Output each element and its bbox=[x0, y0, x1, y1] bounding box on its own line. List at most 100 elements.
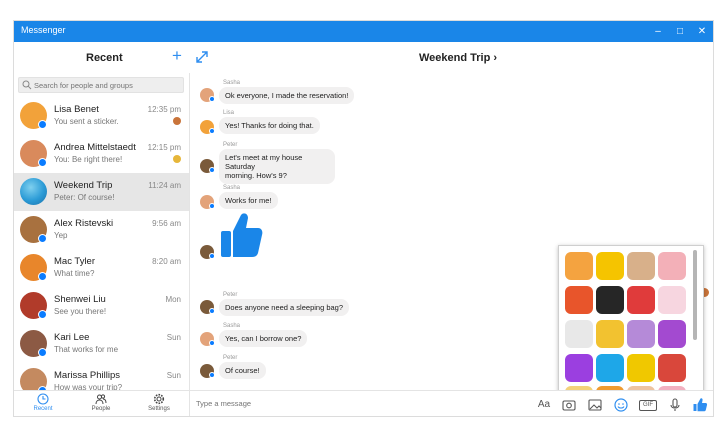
bottom-nav: Recent People Settings bbox=[14, 390, 189, 416]
conversation-time: 9:56 am bbox=[152, 219, 181, 228]
conversation-list: Lisa Benet You sent a sticker. 12:35 pm … bbox=[14, 97, 189, 401]
conversation-name: Kari Lee bbox=[54, 332, 90, 343]
conversation-preview: Yep bbox=[54, 231, 68, 240]
message-bubble[interactable]: Let's meet at my house Saturday morning.… bbox=[219, 149, 335, 184]
message-sender: Peter bbox=[223, 292, 238, 298]
sticker-monster[interactable] bbox=[596, 320, 624, 348]
nav-label: People bbox=[91, 406, 111, 412]
sticker-ghost[interactable] bbox=[565, 320, 593, 348]
new-message-button[interactable]: + bbox=[168, 47, 186, 65]
sticker-bear-pink[interactable] bbox=[658, 286, 686, 314]
messenger-badge-icon bbox=[38, 310, 47, 319]
sticker-fox[interactable] bbox=[565, 252, 593, 280]
conversation-name: Weekend Trip bbox=[54, 180, 113, 191]
sticker-lol[interactable] bbox=[627, 354, 655, 382]
sticker-character[interactable] bbox=[658, 354, 686, 382]
messenger-badge-icon bbox=[209, 253, 215, 259]
conversation-item-weekend-trip[interactable]: Weekend Trip Peter: Of course! 11:24 am bbox=[14, 173, 189, 211]
message-sender: Lisa bbox=[223, 110, 235, 116]
gif-label: GIF bbox=[639, 400, 657, 411]
minimize-button[interactable]: – bbox=[647, 23, 669, 40]
conversation-time: 12:15 pm bbox=[147, 143, 181, 152]
messenger-badge-icon bbox=[209, 96, 215, 102]
conversation-item-shenwei-liu[interactable]: Shenwei Liu See you there! Mon bbox=[14, 287, 189, 325]
maximize-button[interactable]: □ bbox=[669, 23, 691, 40]
conversation-item-kari-lee[interactable]: Kari Lee That works for me Sun bbox=[14, 325, 189, 363]
messenger-badge-icon bbox=[209, 372, 215, 378]
nav-settings[interactable]: Settings bbox=[134, 393, 184, 412]
conversation-name: Alex Ristevski bbox=[54, 218, 114, 229]
message-text-line: morning. How's 9? bbox=[225, 171, 287, 180]
conversation-preview: You: Be right there! bbox=[54, 155, 123, 164]
message-bubble[interactable]: Yes, can I borrow one? bbox=[219, 330, 308, 347]
message-bubble[interactable]: Ok everyone, I made the reservation! bbox=[219, 87, 355, 104]
sticker-number-three[interactable] bbox=[596, 354, 624, 382]
thumbs-up-icon[interactable] bbox=[692, 397, 708, 413]
microphone-icon[interactable] bbox=[667, 397, 683, 413]
nav-recent[interactable]: Recent bbox=[18, 393, 68, 412]
message-bubble[interactable]: Yes! Thanks for doing that. bbox=[219, 117, 320, 134]
sticker-grid bbox=[563, 250, 689, 392]
message-bubble[interactable]: Of course! bbox=[219, 362, 266, 379]
sticker-purple-bird[interactable] bbox=[658, 320, 686, 348]
conversation-preview: That works for me bbox=[54, 345, 119, 354]
text-format-button[interactable]: Aa bbox=[536, 397, 552, 413]
messenger-badge-icon bbox=[38, 234, 47, 243]
conversation-preview: Peter: Of course! bbox=[54, 193, 115, 202]
search-box[interactable] bbox=[18, 77, 184, 93]
gif-button[interactable]: GIF bbox=[639, 397, 657, 413]
message-sender: Peter bbox=[223, 355, 238, 361]
conversation-name: Andrea Mittelstaedt bbox=[54, 142, 136, 153]
thumbs-up-sticker-icon[interactable] bbox=[219, 211, 263, 259]
conversation-item-lisa-benet[interactable]: Lisa Benet You sent a sticker. 12:35 pm bbox=[14, 97, 189, 135]
sticker-scrollbar[interactable] bbox=[693, 250, 697, 340]
message-text-line: Let's meet at my house Saturday bbox=[225, 153, 303, 171]
search-icon bbox=[22, 80, 32, 90]
messenger-badge-icon bbox=[209, 203, 215, 209]
sticker-purple-blob[interactable] bbox=[627, 320, 655, 348]
conversation-name: Lisa Benet bbox=[54, 104, 99, 115]
search-input[interactable] bbox=[34, 80, 180, 90]
nav-people[interactable]: People bbox=[76, 393, 126, 412]
sticker-omg[interactable] bbox=[596, 252, 624, 280]
message-sender: Sasha bbox=[223, 185, 241, 191]
message-bubble[interactable]: Does anyone need a sleeping bag? bbox=[219, 299, 350, 316]
messenger-badge-icon bbox=[38, 272, 47, 281]
conversation-item-alex-ristevski[interactable]: Alex Ristevski Yep 9:56 am bbox=[14, 211, 189, 249]
messenger-badge-icon bbox=[209, 128, 215, 134]
conversation-name: Shenwei Liu bbox=[54, 294, 106, 305]
sticker-cat-black[interactable] bbox=[596, 286, 624, 314]
message-sender: Peter bbox=[223, 142, 238, 148]
sticker-dog[interactable] bbox=[627, 252, 655, 280]
conversation-item-andrea-mittelstaedt[interactable]: Andrea Mittelstaedt You: Be right there!… bbox=[14, 135, 189, 173]
title-bar: Messenger – □ ✕ bbox=[14, 21, 713, 42]
conversation-title[interactable]: Weekend Trip › bbox=[419, 52, 497, 64]
message-input[interactable] bbox=[196, 399, 396, 408]
close-button[interactable]: ✕ bbox=[691, 23, 713, 40]
sticker-heart-creature[interactable] bbox=[627, 286, 655, 314]
conversation-preview: You sent a sticker. bbox=[54, 117, 119, 126]
conversation-time: 11:24 am bbox=[148, 181, 181, 190]
sticker-smiley-icon[interactable] bbox=[613, 397, 629, 413]
expand-icon[interactable] bbox=[195, 50, 209, 64]
image-icon[interactable] bbox=[587, 397, 603, 413]
gear-icon bbox=[153, 393, 165, 405]
sticker-crab[interactable] bbox=[565, 286, 593, 314]
message-sender: Sasha bbox=[223, 323, 241, 329]
seen-avatar-icon bbox=[173, 155, 181, 163]
conversation-time: 8:20 am bbox=[152, 257, 181, 266]
conversation-preview: See you there! bbox=[54, 307, 107, 316]
conversation-time: Mon bbox=[165, 295, 181, 304]
messenger-badge-icon bbox=[209, 167, 215, 173]
messenger-badge-icon bbox=[38, 158, 47, 167]
clock-icon bbox=[37, 393, 49, 405]
sticker-np[interactable] bbox=[565, 354, 593, 382]
messenger-badge-icon bbox=[209, 340, 215, 346]
conversation-time: 12:35 pm bbox=[147, 105, 181, 114]
conversation-name: Mac Tyler bbox=[54, 256, 96, 267]
sticker-bunny[interactable] bbox=[658, 252, 686, 280]
camera-icon[interactable] bbox=[561, 397, 577, 413]
message-bubble[interactable]: Works for me! bbox=[219, 192, 278, 209]
conversation-item-mac-tyler[interactable]: Mac Tyler What time? 8:20 am bbox=[14, 249, 189, 287]
conversation-time: Sun bbox=[166, 333, 181, 342]
